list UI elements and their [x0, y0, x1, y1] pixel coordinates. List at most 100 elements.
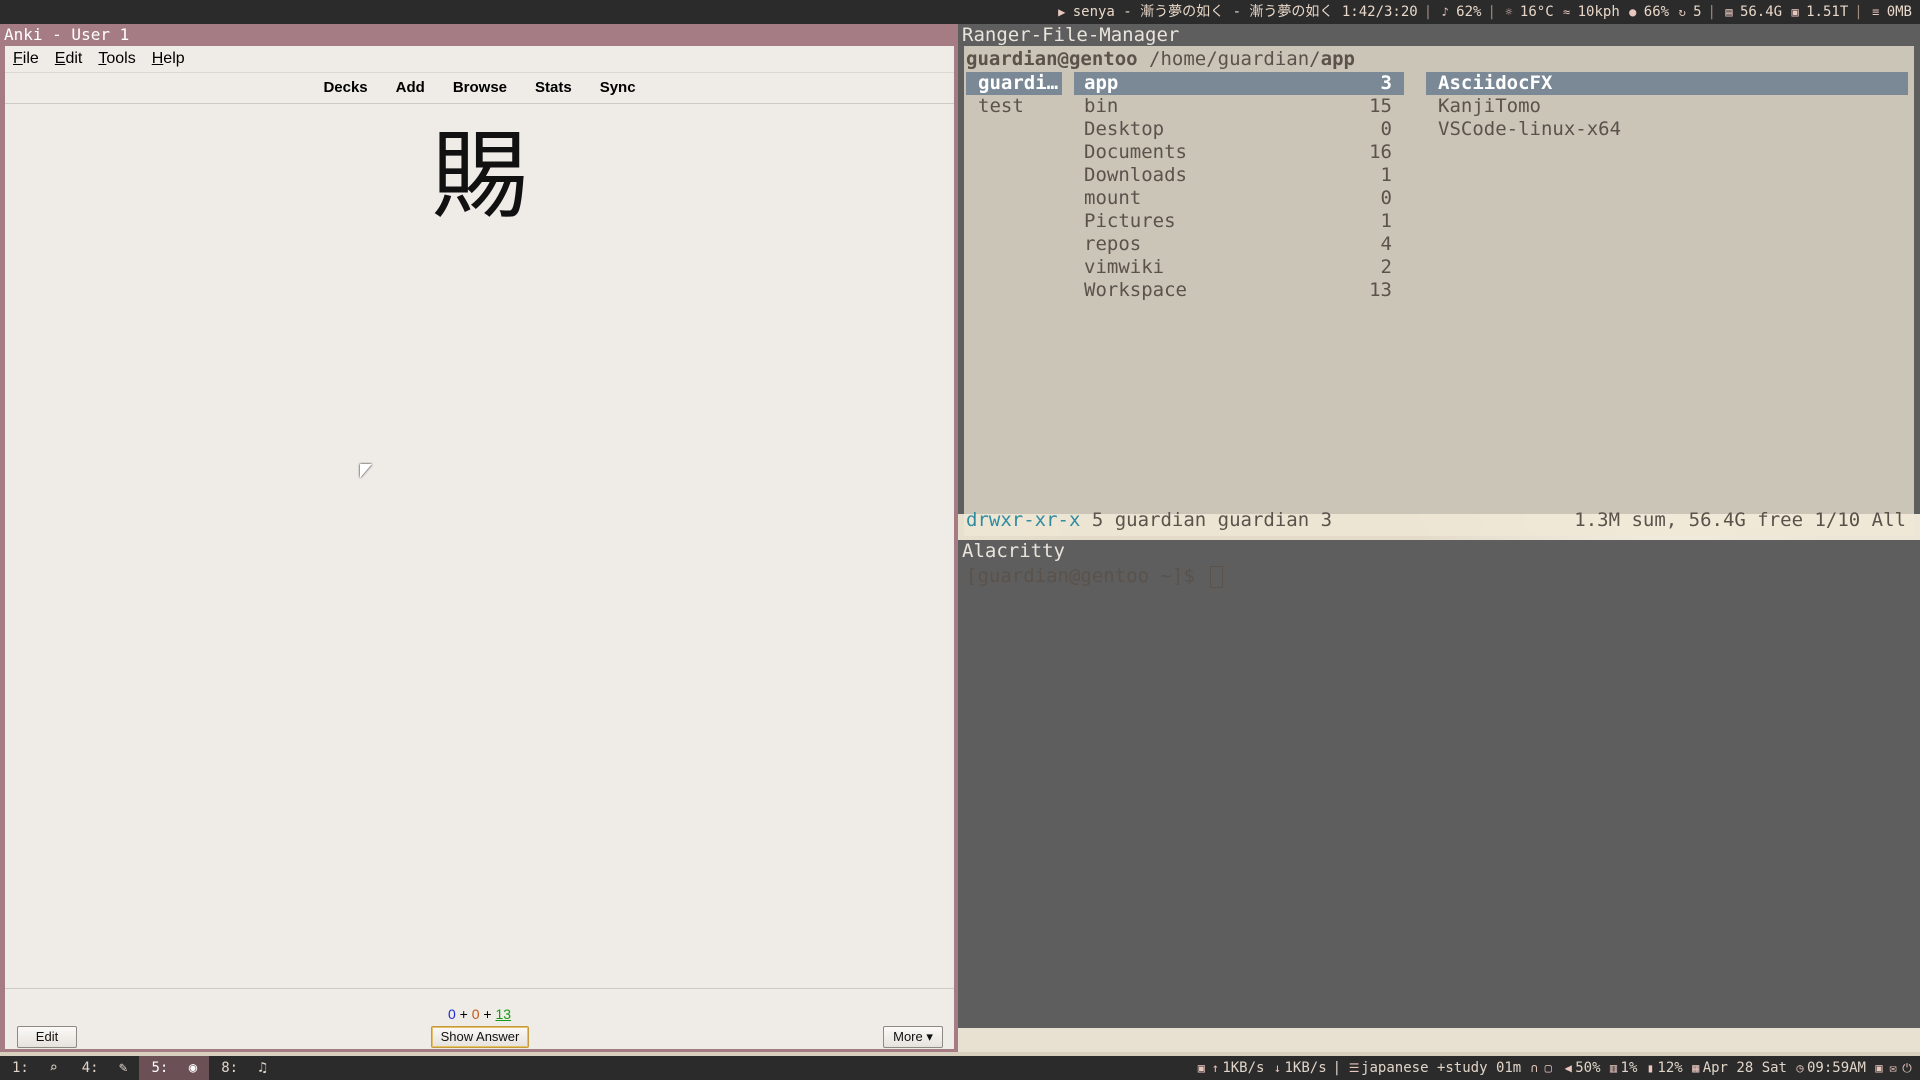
list-item[interactable]: KanjiTomo [1426, 95, 1908, 118]
list-item[interactable]: Desktop 0 [1074, 118, 1404, 141]
anki-window: File Edit Tools Help Decks Add Browse St… [0, 46, 958, 1052]
dir-name: vimwiki [1084, 256, 1165, 278]
anki-toolbar: Decks Add Browse Stats Sync [5, 73, 954, 104]
dir-name: Documents [1084, 141, 1187, 163]
dir-name: Desktop [1084, 118, 1165, 140]
menu-edit[interactable]: Edit [47, 46, 91, 72]
dir-name: repos [1084, 233, 1142, 255]
now-playing: senya - 漸う夢の如く - 漸う夢の如く 1:42/3:20 [1072, 4, 1418, 20]
sun-icon: ☼ [1505, 5, 1513, 19]
ranger-status-line: drwxr-xr-x 5 guardian guardian 3 1.3M su… [966, 508, 1906, 532]
task-list-icon: ☰ [1348, 1061, 1360, 1075]
disk-home: 1.51T [1806, 4, 1849, 20]
list-item[interactable]: VSCode-linux-x64 [1426, 118, 1908, 141]
dir-name: Pictures [1084, 210, 1176, 232]
workspace-4[interactable]: 4: ✎ [70, 1056, 140, 1080]
menu-tools[interactable]: Tools [90, 46, 143, 72]
bottom-status-bar: 1: ⌕ 4: ✎ 5: ◉ 8: ♫ ▣ ↑ 1KB/s ↓ 1KB/s | ☰ ja… [0, 1056, 1920, 1080]
disk-icon: ▤ [1725, 5, 1733, 19]
net-download: 1KB/s [1284, 1060, 1327, 1076]
card-front-kanji: 賜 [431, 120, 528, 232]
database-icon: ≡ [1872, 5, 1880, 19]
volume-level: 62% [1456, 4, 1482, 20]
menu-file[interactable]: File [5, 46, 47, 72]
anki-menubar: File Edit Tools Help [5, 46, 954, 73]
show-answer-button[interactable]: Show Answer [431, 1026, 529, 1048]
dir-count: 13 [1369, 279, 1392, 301]
globe-icon: ◉ [188, 1060, 198, 1076]
ranger-user-host: guardian@gentoo [966, 48, 1138, 70]
notification-icon[interactable]: ✉ [1886, 1056, 1900, 1080]
review-count: 13 [495, 1006, 512, 1022]
file-permissions: drwxr-xr-x [966, 509, 1081, 531]
ranger-preview-column: AsciidocFX KanjiTomo VSCode-linux-x64 [1426, 72, 1908, 141]
list-item[interactable]: test [966, 95, 1062, 118]
list-item[interactable]: Documents 16 [1074, 141, 1404, 164]
toolbar-add[interactable]: Add [382, 73, 439, 103]
list-item[interactable]: AsciidocFX [1426, 72, 1908, 95]
dir-count: 15 [1369, 95, 1392, 117]
plus-sign: + [483, 1006, 492, 1022]
tray-icon[interactable]: ▣ [1872, 1056, 1886, 1080]
due-counts: 0 + 0 + 13 [5, 1006, 954, 1022]
wind-speed: 10kph [1577, 4, 1620, 20]
workspace-label: 1: [12, 1060, 29, 1076]
volume-percent: 50% [1575, 1060, 1601, 1076]
ranger-status-right: 1.3M sum, 56.4G free 1/10 All [1574, 509, 1906, 531]
shell-prompt[interactable]: [guardian@gentoo ~]$ [966, 564, 1224, 588]
alacritty-terminal[interactable]: [guardian@gentoo ~]$ [964, 562, 1914, 1050]
workspace-1[interactable]: 1: ⌕ [0, 1056, 70, 1080]
list-item[interactable]: Downloads 1 [1074, 164, 1404, 187]
calendar-icon: ▦ [1692, 1061, 1700, 1075]
list-item[interactable]: Pictures 1 [1074, 210, 1404, 233]
network-icon: ▣ [1197, 1061, 1205, 1075]
list-item[interactable]: Workspace 13 [1074, 279, 1404, 302]
humidity: 66% [1643, 4, 1670, 20]
workspace-label: 4: [81, 1060, 99, 1076]
dir-count: 16 [1369, 141, 1392, 163]
dir-count: 1 [1380, 210, 1392, 232]
review-bottom-bar: 0 + 0 + 13 Edit Show Answer More ▾ [5, 988, 954, 1049]
headphones-icon: ∩ [1530, 1061, 1538, 1075]
search-icon: ⌕ [49, 1060, 58, 1076]
plus-sign: + [459, 1006, 468, 1022]
top-status-bar: ▶ senya - 漸う夢の如く - 漸う夢の如く 1:42/3:20 | ♪ 62… [0, 0, 1920, 24]
list-item[interactable]: app 3 [1074, 72, 1404, 95]
refresh-icon: ↻ [1678, 5, 1686, 19]
dir-count: 1 [1380, 164, 1392, 186]
dir-count: 2 [1380, 256, 1392, 278]
wind-icon: ≈ [1563, 5, 1571, 19]
edit-icon: ✎ [119, 1060, 128, 1076]
list-item[interactable]: guardi… [966, 72, 1062, 95]
file-info: 5 guardian guardian 3 [1080, 509, 1333, 531]
toolbar-decks[interactable]: Decks [309, 73, 381, 103]
current-task: japanese +study 01m [1361, 1060, 1522, 1076]
dir-name: Workspace [1084, 279, 1187, 301]
new-count: 0 [447, 1006, 456, 1022]
cpu-icon: ▥ [1609, 1061, 1618, 1075]
menu-help[interactable]: Help [144, 46, 193, 72]
memory-icon: ▮ [1646, 1061, 1654, 1075]
dir-count: 4 [1380, 233, 1392, 255]
toolbar-browse[interactable]: Browse [439, 73, 521, 103]
edit-button[interactable]: Edit [17, 1026, 77, 1048]
toolbar-sync[interactable]: Sync [586, 73, 650, 103]
drop-icon: ● [1629, 5, 1637, 19]
mem-usage: 12% [1657, 1060, 1683, 1076]
workspace-5[interactable]: 5: ◉ [139, 1056, 210, 1080]
workspace-8[interactable]: 8: ♫ [209, 1056, 279, 1080]
power-icon[interactable]: ⏻ [1900, 1056, 1914, 1080]
more-button[interactable]: More ▾ [883, 1026, 943, 1048]
list-item[interactable]: bin 15 [1074, 95, 1404, 118]
net-upload: 1KB/s [1222, 1060, 1265, 1076]
speaker-icon: ◀ [1564, 1061, 1572, 1075]
toolbar-stats[interactable]: Stats [521, 73, 586, 103]
anki-title-bar[interactable]: Anki - User 1 [0, 24, 958, 46]
list-item[interactable]: mount 0 [1074, 187, 1404, 210]
music-icon: ♫ [258, 1060, 267, 1076]
ranger-path-prefix: /home/guardian/ [1137, 48, 1321, 70]
ranger-current-column: app 3 bin 15 Desktop 0 Documents 16 Download… [1074, 72, 1404, 302]
ranger-window: guardian@gentoo /home/guardian/app guard… [964, 46, 1914, 536]
list-item[interactable]: repos 4 [1074, 233, 1404, 256]
list-item[interactable]: vimwiki 2 [1074, 256, 1404, 279]
